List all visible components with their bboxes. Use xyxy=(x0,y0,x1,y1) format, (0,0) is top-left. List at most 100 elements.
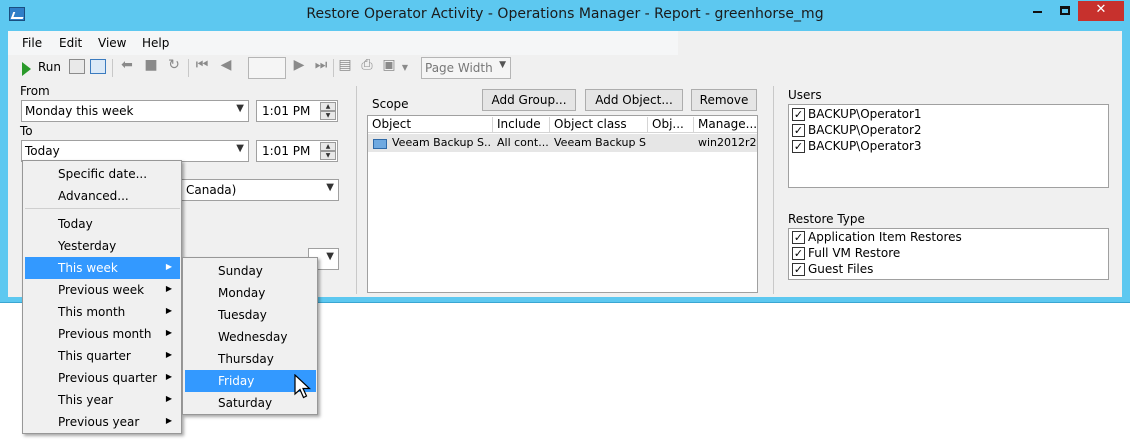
add-object-button[interactable]: Add Object... xyxy=(585,89,683,111)
parameters-icon[interactable] xyxy=(90,59,106,74)
spin-up-icon[interactable]: ▲ xyxy=(320,142,336,151)
add-group-button[interactable]: Add Group... xyxy=(482,89,576,111)
menu-edit[interactable]: Edit xyxy=(59,36,82,50)
maximize-button[interactable] xyxy=(1051,1,1078,21)
menu-item-advanced[interactable]: Advanced... xyxy=(25,185,180,207)
to-date-combo[interactable]: Today ▼ xyxy=(21,140,249,162)
menu-view[interactable]: View xyxy=(98,36,126,50)
column-managed[interactable]: Manage... xyxy=(694,117,757,133)
refresh-icon[interactable]: ↻ xyxy=(165,57,183,73)
menu-item-previous-quarter[interactable]: Previous quarter ▶ xyxy=(25,367,180,389)
checkbox-checked-icon[interactable]: ✓ xyxy=(792,263,805,276)
to-time-spinner[interactable]: ▲ ▼ xyxy=(320,142,336,160)
next-page-icon[interactable]: ▶ xyxy=(290,57,308,73)
menu-item-label: Saturday xyxy=(218,396,273,410)
time-zone-combo[interactable]: Canada) ▼ xyxy=(168,179,339,201)
column-include[interactable]: Include xyxy=(493,117,550,133)
menu-item-this-week[interactable]: This week ▶ xyxy=(25,257,180,279)
chevron-down-icon[interactable]: ▼ xyxy=(396,63,414,72)
maximize-icon xyxy=(1059,6,1070,15)
previous-page-icon[interactable]: ◀ xyxy=(217,57,235,73)
cell-managed: win2012r2 xyxy=(698,136,756,149)
close-button[interactable]: ✕ xyxy=(1078,1,1124,21)
spin-down-icon[interactable]: ▼ xyxy=(320,151,336,160)
document-map-icon[interactable] xyxy=(69,59,85,74)
menu-item-label: Wednesday xyxy=(218,330,288,344)
spin-up-icon[interactable]: ▲ xyxy=(320,102,336,111)
panel-divider xyxy=(773,86,774,294)
page-number-input[interactable] xyxy=(248,57,286,79)
menu-item-this-quarter[interactable]: This quarter ▶ xyxy=(25,345,180,367)
cell-include: All cont... xyxy=(497,136,549,149)
menu-item-label: Tuesday xyxy=(218,308,267,322)
menu-item-today[interactable]: Today xyxy=(25,213,180,235)
chevron-down-icon: ▼ xyxy=(326,251,334,262)
chevron-down-icon: ▼ xyxy=(326,182,334,193)
submenu-arrow-icon: ▶ xyxy=(165,416,172,425)
from-time-spinner[interactable]: ▲ ▼ xyxy=(320,102,336,120)
checkbox-checked-icon[interactable]: ✓ xyxy=(792,108,805,121)
minimize-button[interactable] xyxy=(1024,1,1051,21)
checkbox-checked-icon[interactable]: ✓ xyxy=(792,140,805,153)
menu-item-thursday[interactable]: Thursday xyxy=(185,348,316,370)
report-toolbar: Run ⬅ ■ ↻ ⏮ ◀ ▶ ⏭ ▤ ⎙ ▣ ▼ Page Width ▼ xyxy=(8,55,1122,81)
restore-type-label: Restore Type xyxy=(788,212,865,226)
to-time-field[interactable]: 1:01 PM ▲ ▼ xyxy=(256,140,338,162)
menu-item-tuesday[interactable]: Tuesday xyxy=(185,304,316,326)
zoom-value: Page Width xyxy=(425,61,493,75)
print-layout-icon[interactable]: ▤ xyxy=(336,57,354,73)
menu-item-specific-date[interactable]: Specific date... xyxy=(25,163,180,185)
envelope-icon xyxy=(373,139,387,149)
minimize-icon xyxy=(1033,11,1042,13)
scope-grid[interactable]: Object Include Object class Obj... Manag… xyxy=(367,115,758,293)
menu-item-wednesday[interactable]: Wednesday xyxy=(185,326,316,348)
last-page-icon[interactable]: ⏭ xyxy=(312,57,330,73)
submenu-arrow-icon: ▶ xyxy=(165,350,172,359)
menu-item-monday[interactable]: Monday xyxy=(185,282,316,304)
toolbar-separator xyxy=(112,59,113,77)
spin-down-icon[interactable]: ▼ xyxy=(320,111,336,120)
menu-item-previous-month[interactable]: Previous month ▶ xyxy=(25,323,180,345)
menu-item-previous-year[interactable]: Previous year ▶ xyxy=(25,411,180,433)
restore-type-item-label: Guest Files xyxy=(808,262,874,276)
restore-type-item-label: Full VM Restore xyxy=(808,246,901,260)
back-arrow-icon[interactable]: ⬅ xyxy=(118,57,136,73)
column-obj[interactable]: Obj... xyxy=(648,117,694,133)
to-date-value: Today xyxy=(25,144,60,158)
date-preset-menu: Specific date... Advanced... Today Yeste… xyxy=(22,160,182,434)
menu-item-this-year[interactable]: This year ▶ xyxy=(25,389,180,411)
zoom-select[interactable]: Page Width ▼ xyxy=(421,57,511,79)
table-row[interactable]: Veeam Backup S... All cont... Veeam Back… xyxy=(368,134,757,152)
restore-type-list[interactable]: ✓ Application Item Restores ✓ Full VM Re… xyxy=(788,228,1109,280)
from-time-field[interactable]: 1:01 PM ▲ ▼ xyxy=(256,100,338,122)
users-list[interactable]: ✓ BACKUP\Operator1 ✓ BACKUP\Operator2 ✓ … xyxy=(788,104,1109,188)
submenu-arrow-icon: ▶ xyxy=(165,306,172,315)
menu-item-yesterday[interactable]: Yesterday xyxy=(25,235,180,257)
menu-help[interactable]: Help xyxy=(142,36,169,50)
menu-item-label: This month xyxy=(58,305,126,319)
users-label: Users xyxy=(788,88,822,102)
stop-icon[interactable]: ■ xyxy=(142,57,160,73)
menu-item-sunday[interactable]: Sunday xyxy=(185,260,316,282)
checkbox-checked-icon[interactable]: ✓ xyxy=(792,231,805,244)
from-date-value: Monday this week xyxy=(25,104,134,118)
cell-object-class: Veeam Backup S... xyxy=(554,136,647,149)
menu-file[interactable]: File xyxy=(22,36,42,50)
print-icon[interactable]: ⎙ xyxy=(358,57,376,73)
checkbox-checked-icon[interactable]: ✓ xyxy=(792,247,805,260)
menu-item-previous-week[interactable]: Previous week ▶ xyxy=(25,279,180,301)
checkbox-checked-icon[interactable]: ✓ xyxy=(792,124,805,137)
from-date-combo[interactable]: Monday this week ▼ xyxy=(21,100,249,122)
run-button[interactable]: Run xyxy=(18,57,70,79)
play-icon xyxy=(22,62,31,76)
menu-item-this-month[interactable]: This month ▶ xyxy=(25,301,180,323)
submenu-arrow-icon: ▶ xyxy=(165,372,172,381)
column-object-class[interactable]: Object class xyxy=(550,117,648,133)
restore-type-item-label: Application Item Restores xyxy=(808,230,962,244)
menu-item-label: Friday xyxy=(218,374,255,388)
title-bar[interactable]: Restore Operator Activity - Operations M… xyxy=(0,0,1130,30)
menu-bar: File Edit View Help xyxy=(8,31,678,55)
column-object[interactable]: Object xyxy=(368,117,493,133)
first-page-icon[interactable]: ⏮ xyxy=(193,57,211,73)
remove-button[interactable]: Remove xyxy=(691,89,757,111)
